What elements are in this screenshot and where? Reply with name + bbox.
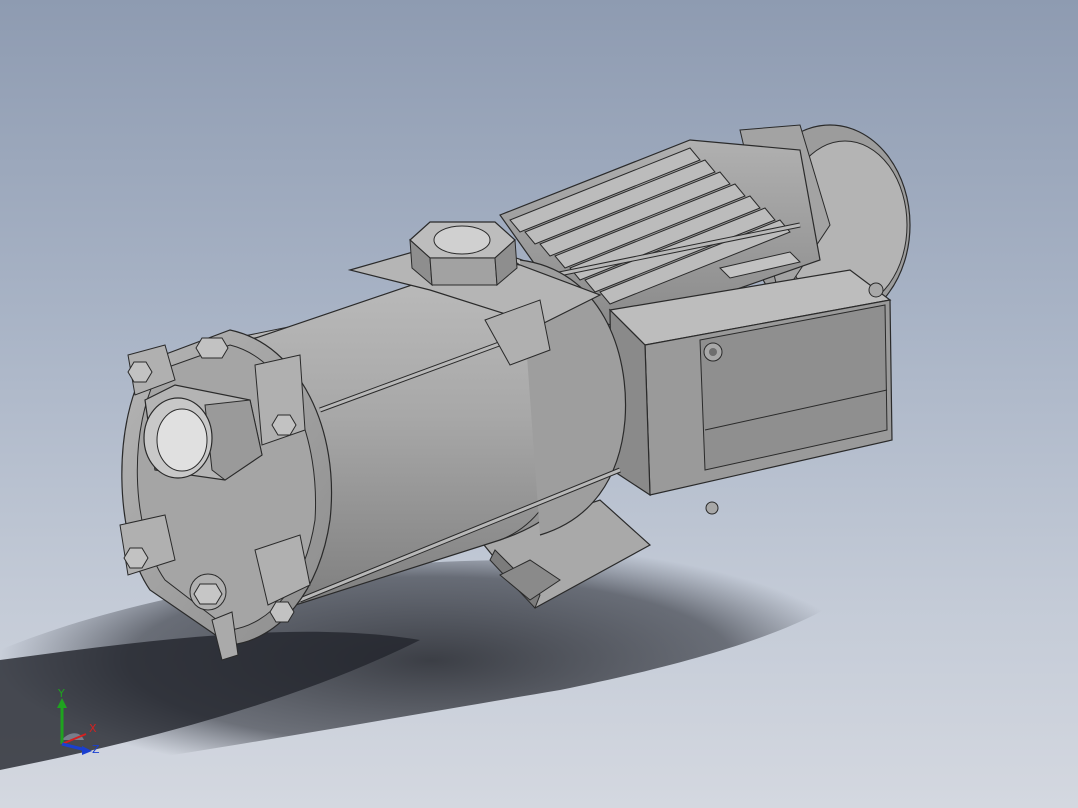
z-axis-label: Z <box>92 743 100 756</box>
graphics-viewport[interactable]: Y X Z <box>0 0 1078 808</box>
x-axis-label: X <box>89 722 97 735</box>
y-axis-label: Y <box>57 688 65 700</box>
pump-motor-model[interactable] <box>0 0 1078 808</box>
ground-shadow <box>0 541 863 780</box>
view-orientation-triad: Y X Z <box>57 688 100 756</box>
z-axis-arrowhead <box>82 746 92 755</box>
